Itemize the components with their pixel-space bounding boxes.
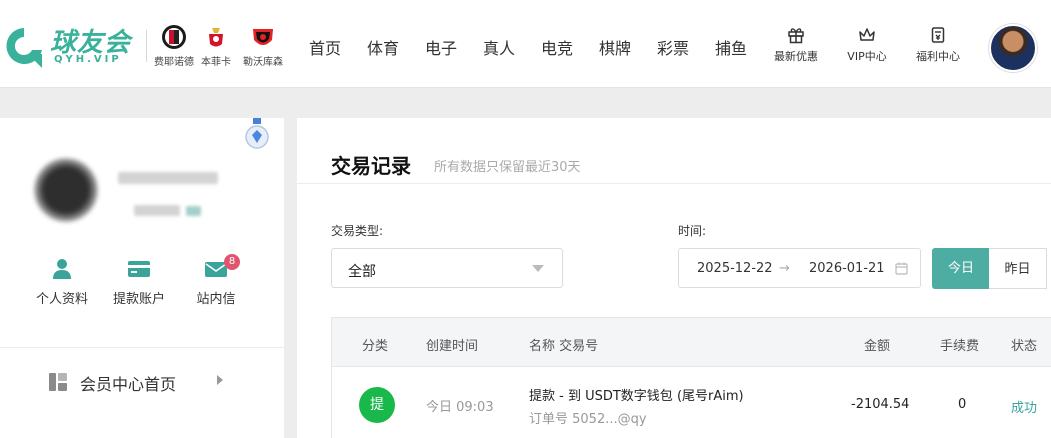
gift-icon bbox=[788, 28, 804, 44]
col-status: 状态 bbox=[1011, 339, 1038, 354]
user-avatar[interactable] bbox=[989, 24, 1037, 72]
col-category: 分类 bbox=[362, 339, 389, 354]
row-name: 提款 - 到 USDT数字钱包 (尾号rAim) bbox=[529, 389, 744, 404]
nav-esports[interactable]: 电竞 bbox=[528, 0, 586, 88]
date-range-picker[interactable]: 2025-12-22 → 2026-01-21 bbox=[678, 248, 921, 288]
dashboard-icon bbox=[49, 373, 67, 391]
club-leverkusen[interactable]: 勒沃库森 bbox=[238, 24, 288, 68]
page-subtitle: 所有数据只保留最近30天 bbox=[434, 160, 581, 175]
chevron-right-icon bbox=[217, 375, 223, 385]
quick-inbox[interactable]: 8 站内信 bbox=[176, 254, 256, 307]
calendar-icon bbox=[895, 262, 908, 275]
range-yesterday-button[interactable]: 昨日 bbox=[989, 248, 1047, 289]
account-id-redacted bbox=[134, 205, 180, 216]
nav-lottery[interactable]: 彩票 bbox=[644, 0, 702, 88]
row-created-time: 今日 09:03 bbox=[426, 400, 494, 415]
nav-home[interactable]: 首页 bbox=[296, 0, 354, 88]
sidebar-divider bbox=[0, 347, 284, 348]
col-name-txid: 名称 交易号 bbox=[529, 339, 599, 354]
vip-level-badge-icon bbox=[245, 118, 269, 149]
title-divider bbox=[297, 183, 1051, 184]
main-nav: 首页 体育 电子 真人 电竞 棋牌 彩票 捕鱼 bbox=[296, 0, 760, 88]
chevron-down-icon bbox=[532, 265, 544, 272]
feyenoord-crest-icon bbox=[162, 25, 186, 49]
quick-personal-info[interactable]: 个人资料 bbox=[22, 258, 102, 307]
table-row[interactable]: 提 今日 09:03 提款 - 到 USDT数字钱包 (尾号rAim) 订单号 … bbox=[332, 367, 1051, 438]
date-start[interactable]: 2025-12-22 bbox=[697, 261, 773, 276]
nav-card-games[interactable]: 棋牌 bbox=[586, 0, 644, 88]
transaction-type-select[interactable]: 全部 bbox=[331, 248, 563, 288]
site-logo[interactable]: 球友会 QYH.VIP bbox=[0, 20, 150, 72]
crown-icon bbox=[859, 28, 875, 41]
row-amount: -2104.54 bbox=[851, 397, 910, 412]
transaction-type-label: 交易类型: bbox=[331, 224, 384, 238]
nav-electronic[interactable]: 电子 bbox=[412, 0, 470, 88]
quick-withdraw-account[interactable]: 提款账户 bbox=[99, 258, 179, 307]
top-navigation-bar: 球友会 QYH.VIP 费耶诺德 本菲卡 勒沃库森 首页 体育 电子 真人 电竞… bbox=[0, 0, 1051, 88]
row-status: 成功 bbox=[1011, 401, 1038, 416]
card-icon bbox=[128, 261, 150, 277]
unread-count-badge: 8 bbox=[224, 254, 240, 270]
nav-vip-center[interactable]: VIP中心 bbox=[832, 26, 902, 64]
brand-name-en: QYH.VIP bbox=[54, 54, 122, 65]
date-end[interactable]: 2026-01-21 bbox=[809, 261, 885, 276]
withdraw-type-badge: 提 bbox=[359, 387, 395, 423]
col-created-time: 创建时间 bbox=[426, 339, 479, 354]
range-today-button[interactable]: 今日 bbox=[932, 248, 990, 289]
time-label: 时间: bbox=[678, 224, 707, 238]
welfare-icon bbox=[931, 27, 945, 43]
transaction-records-panel: 交易记录 所有数据只保留最近30天 交易类型: 全部 时间: 2025-12-2… bbox=[297, 118, 1051, 438]
date-range-arrow: → bbox=[779, 261, 790, 276]
member-sidebar: 个人资料 提款账户 8 站内信 会员中心首页 bbox=[0, 118, 284, 438]
row-order-number: 订单号 5052...@qy bbox=[529, 412, 647, 427]
row-fee: 0 bbox=[958, 397, 967, 412]
username-redacted bbox=[118, 172, 218, 184]
col-amount: 金额 bbox=[864, 339, 891, 354]
level-tag-redacted bbox=[186, 206, 201, 216]
table-header: 分类 创建时间 名称 交易号 金额 手续费 状态 bbox=[332, 317, 1051, 367]
profile-avatar[interactable] bbox=[34, 158, 98, 222]
leverkusen-crest-icon bbox=[253, 29, 273, 45]
transaction-type-value: 全部 bbox=[348, 264, 376, 280]
page-title: 交易记录 bbox=[331, 154, 411, 178]
transactions-table: 分类 创建时间 名称 交易号 金额 手续费 状态 提 今日 09:03 提款 -… bbox=[331, 317, 1051, 438]
user-icon bbox=[53, 259, 71, 279]
nav-live-casino[interactable]: 真人 bbox=[470, 0, 528, 88]
sidebar-item-member-home[interactable]: 会员中心首页 bbox=[48, 370, 228, 394]
benfica-crest-icon bbox=[209, 28, 223, 47]
logo-divider bbox=[146, 30, 147, 62]
col-fee: 手续费 bbox=[940, 339, 980, 354]
club-benfica[interactable]: 本菲卡 bbox=[191, 24, 241, 68]
nav-sports[interactable]: 体育 bbox=[354, 0, 412, 88]
nav-welfare-center[interactable]: 福利中心 bbox=[903, 26, 973, 64]
nav-promotions[interactable]: 最新优惠 bbox=[761, 26, 831, 64]
logo-mark-icon bbox=[6, 28, 42, 68]
nav-fishing[interactable]: 捕鱼 bbox=[702, 0, 760, 88]
